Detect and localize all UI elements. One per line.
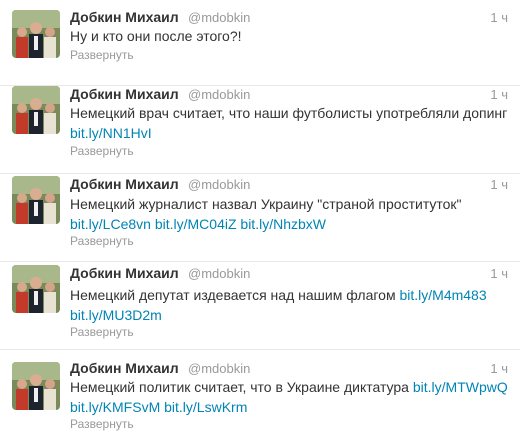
expand-link[interactable]: Развернуть — [70, 417, 134, 431]
tweet-text: Немецкий политик считает, что в Украине … — [70, 377, 508, 417]
tweet-time[interactable]: 1 ч — [490, 266, 508, 281]
avatar[interactable] — [12, 176, 60, 224]
tweet-text: Немецкий журналист назвал Украину "стран… — [70, 194, 508, 234]
author-name[interactable]: Добкин Михаил — [70, 9, 179, 25]
author-name[interactable]: Добкин Михаил — [70, 265, 179, 281]
author-handle[interactable]: @mdobkin — [188, 87, 250, 102]
tweet-text: Немецкий депутат издевается над нашим фл… — [70, 285, 508, 325]
tweet-link[interactable]: bit.ly/NhzbxW — [240, 216, 326, 232]
author-name[interactable]: Добкин Михаил — [70, 360, 179, 376]
expand-link[interactable]: Развернуть — [70, 325, 134, 339]
tweet-item[interactable]: Добкин Михаил @mdobkin 1 ч Немецкий врач… — [0, 86, 520, 174]
tweet-item[interactable]: Добкин Михаил @mdobkin 1 ч Ну и кто они … — [0, 0, 520, 86]
tweet-text-body: Немецкий депутат издевается над нашим фл… — [70, 287, 396, 303]
tweet-text-body: Немецкий политик считает, что в Украине … — [70, 379, 409, 395]
author-name[interactable]: Добкин Михаил — [70, 86, 179, 102]
tweet-link[interactable]: bit.ly/MC04iZ — [155, 216, 237, 232]
expand-link[interactable]: Развернуть — [70, 234, 134, 248]
tweet-timeline: Добкин Михаил @mdobkin 1 ч Ну и кто они … — [0, 0, 520, 440]
tweet-time[interactable]: 1 ч — [490, 10, 508, 25]
tweet-text-body: Ну и кто они после этого?! — [70, 28, 242, 44]
avatar-photo-icon — [12, 362, 60, 410]
avatar[interactable] — [12, 362, 60, 410]
tweet-link[interactable]: bit.ly/M4m483 — [399, 287, 486, 303]
expand-link[interactable]: Развернуть — [70, 48, 134, 62]
tweet-link[interactable]: bit.ly/LswKrm — [164, 399, 247, 415]
tweet-link[interactable]: bit.ly/MTWpwQ — [413, 379, 508, 395]
avatar-photo-icon — [12, 86, 60, 134]
avatar-photo-icon — [12, 176, 60, 224]
author-handle[interactable]: @mdobkin — [188, 10, 250, 25]
avatar-photo-icon — [12, 10, 60, 58]
tweet-text: Немецкий врач считает, что наши футболис… — [70, 103, 508, 143]
tweet-text-body: Немецкий врач считает, что наши футболис… — [70, 105, 508, 121]
tweet-item[interactable]: Добкин Михаил @mdobkin 1 ч Немецкий поли… — [0, 350, 520, 440]
tweet-time[interactable]: 1 ч — [490, 177, 508, 192]
tweet-link[interactable]: bit.ly/MU3D2m — [70, 307, 162, 323]
author-name[interactable]: Добкин Михаил — [70, 176, 179, 192]
avatar[interactable] — [12, 265, 60, 313]
tweet-time[interactable]: 1 ч — [490, 87, 508, 102]
avatar-photo-icon — [12, 265, 60, 313]
expand-link[interactable]: Развернуть — [70, 144, 134, 158]
tweet-time[interactable]: 1 ч — [490, 361, 508, 376]
author-handle[interactable]: @mdobkin — [188, 266, 250, 281]
avatar[interactable] — [12, 10, 60, 58]
author-handle[interactable]: @mdobkin — [188, 361, 250, 376]
tweet-link[interactable]: bit.ly/KMFSvM — [70, 399, 160, 415]
author-handle[interactable]: @mdobkin — [188, 177, 250, 192]
tweet-link[interactable]: bit.ly/LCe8vn — [70, 216, 151, 232]
tweet-link[interactable]: bit.ly/NN1HvI — [70, 125, 152, 141]
avatar[interactable] — [12, 86, 60, 134]
tweet-text-body: Немецкий журналист назвал Украину "стран… — [70, 196, 462, 212]
tweet-text: Ну и кто они после этого?! — [70, 26, 508, 46]
tweet-item[interactable]: Добкин Михаил @mdobkin 1 ч Немецкий журн… — [0, 174, 520, 262]
tweet-item[interactable]: Добкин Михаил @mdobkin 1 ч Немецкий депу… — [0, 262, 520, 350]
